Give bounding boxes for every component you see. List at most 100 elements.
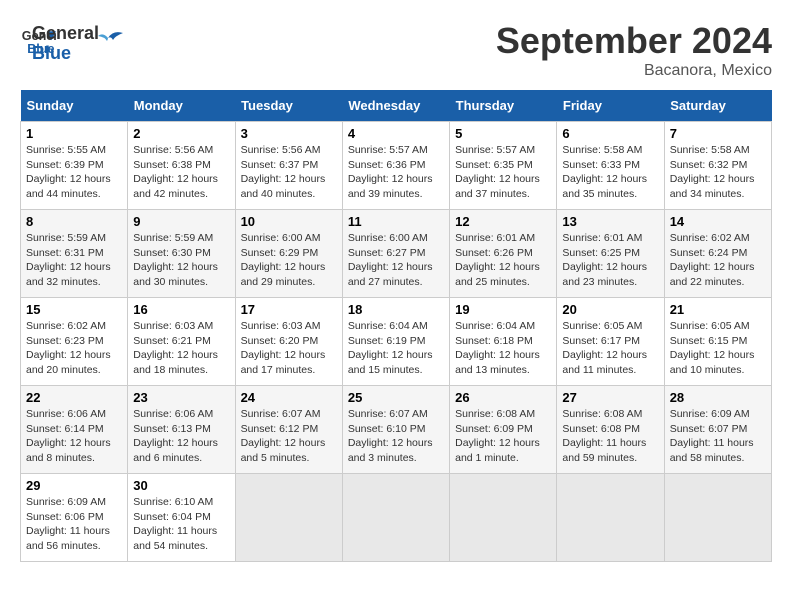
calendar-day-cell: 13Sunrise: 6:01 AM Sunset: 6:25 PM Dayli… xyxy=(557,210,664,298)
day-info: Sunrise: 6:07 AM Sunset: 6:12 PM Dayligh… xyxy=(241,407,337,466)
calendar-week-row: 29 Sunrise: 6:09 AM Sunset: 6:06 PM Dayli… xyxy=(21,474,772,562)
day-number: 14 xyxy=(670,214,766,229)
calendar-day-cell: 7 Sunrise: 5:58 AM Sunset: 6:32 PM Daylig… xyxy=(664,122,771,210)
logo-bird-icon xyxy=(93,23,123,53)
logo-general: General xyxy=(32,24,99,44)
calendar-week-row: 15Sunrise: 6:02 AM Sunset: 6:23 PM Dayli… xyxy=(21,298,772,386)
day-info: Sunrise: 5:58 AM Sunset: 6:32 PM Dayligh… xyxy=(670,143,766,202)
day-number: 24 xyxy=(241,390,337,405)
calendar-day-cell: 1 Sunrise: 5:55 AM Sunset: 6:39 PM Daylig… xyxy=(21,122,128,210)
day-info: Sunrise: 6:06 AM Sunset: 6:14 PM Dayligh… xyxy=(26,407,122,466)
day-number: 7 xyxy=(670,126,766,141)
calendar-day-cell: 20Sunrise: 6:05 AM Sunset: 6:17 PM Dayli… xyxy=(557,298,664,386)
calendar-day-cell: 15Sunrise: 6:02 AM Sunset: 6:23 PM Dayli… xyxy=(21,298,128,386)
day-info: Sunrise: 6:08 AM Sunset: 6:09 PM Dayligh… xyxy=(455,407,551,466)
calendar-day-cell: 21 Sunrise: 6:05 AM Sunset: 6:15 PM Dayli… xyxy=(664,298,771,386)
calendar-day-cell: 3 Sunrise: 5:56 AM Sunset: 6:37 PM Daylig… xyxy=(235,122,342,210)
title-block: September 2024 Bacanora, Mexico xyxy=(496,20,772,80)
day-number: 18 xyxy=(348,302,444,317)
calendar-day-cell: 17 Sunrise: 6:03 AM Sunset: 6:20 PM Dayli… xyxy=(235,298,342,386)
calendar-day-cell: 27 Sunrise: 6:08 AM Sunset: 6:08 PM Dayli… xyxy=(557,386,664,474)
calendar-day-cell: 24 Sunrise: 6:07 AM Sunset: 6:12 PM Dayli… xyxy=(235,386,342,474)
day-info: Sunrise: 6:05 AM Sunset: 6:17 PM Dayligh… xyxy=(562,319,658,378)
day-info: Sunrise: 6:08 AM Sunset: 6:08 PM Dayligh… xyxy=(562,407,658,466)
day-number: 5 xyxy=(455,126,551,141)
calendar-day-cell: 29 Sunrise: 6:09 AM Sunset: 6:06 PM Dayli… xyxy=(21,474,128,562)
day-info: Sunrise: 6:05 AM Sunset: 6:15 PM Dayligh… xyxy=(670,319,766,378)
calendar-day-cell: 5 Sunrise: 5:57 AM Sunset: 6:35 PM Daylig… xyxy=(450,122,557,210)
day-info: Sunrise: 6:07 AM Sunset: 6:10 PM Dayligh… xyxy=(348,407,444,466)
day-info: Sunrise: 6:02 AM Sunset: 6:24 PM Dayligh… xyxy=(670,231,766,290)
calendar-day-cell: 9Sunrise: 5:59 AM Sunset: 6:30 PM Daylig… xyxy=(128,210,235,298)
day-info: Sunrise: 6:01 AM Sunset: 6:26 PM Dayligh… xyxy=(455,231,551,290)
calendar-day-cell: 8 Sunrise: 5:59 AM Sunset: 6:31 PM Daylig… xyxy=(21,210,128,298)
day-number: 1 xyxy=(26,126,122,141)
calendar-week-row: 22 Sunrise: 6:06 AM Sunset: 6:14 PM Dayli… xyxy=(21,386,772,474)
calendar-day-cell: 23 Sunrise: 6:06 AM Sunset: 6:13 PM Dayli… xyxy=(128,386,235,474)
day-number: 6 xyxy=(562,126,658,141)
day-number: 27 xyxy=(562,390,658,405)
calendar-day-cell: 10Sunrise: 6:00 AM Sunset: 6:29 PM Dayli… xyxy=(235,210,342,298)
calendar-day-cell: 11 Sunrise: 6:00 AM Sunset: 6:27 PM Dayli… xyxy=(342,210,449,298)
calendar-day-cell xyxy=(664,474,771,562)
calendar-header-row: SundayMondayTuesdayWednesdayThursdayFrid… xyxy=(21,90,772,122)
day-number: 3 xyxy=(241,126,337,141)
day-number: 4 xyxy=(348,126,444,141)
day-number: 22 xyxy=(26,390,122,405)
day-info: Sunrise: 5:57 AM Sunset: 6:36 PM Dayligh… xyxy=(348,143,444,202)
day-info: Sunrise: 5:55 AM Sunset: 6:39 PM Dayligh… xyxy=(26,143,122,202)
day-number: 25 xyxy=(348,390,444,405)
calendar-day-header: Friday xyxy=(557,90,664,122)
day-info: Sunrise: 6:03 AM Sunset: 6:21 PM Dayligh… xyxy=(133,319,229,378)
day-number: 17 xyxy=(241,302,337,317)
day-info: Sunrise: 6:04 AM Sunset: 6:18 PM Dayligh… xyxy=(455,319,551,378)
calendar-day-cell: 28Sunrise: 6:09 AM Sunset: 6:07 PM Dayli… xyxy=(664,386,771,474)
day-number: 29 xyxy=(26,478,122,493)
calendar-day-cell: 18Sunrise: 6:04 AM Sunset: 6:19 PM Dayli… xyxy=(342,298,449,386)
calendar-week-row: 1 Sunrise: 5:55 AM Sunset: 6:39 PM Daylig… xyxy=(21,122,772,210)
calendar-day-cell: 25 Sunrise: 6:07 AM Sunset: 6:10 PM Dayli… xyxy=(342,386,449,474)
calendar-day-header: Wednesday xyxy=(342,90,449,122)
calendar-day-cell: 14 Sunrise: 6:02 AM Sunset: 6:24 PM Dayli… xyxy=(664,210,771,298)
calendar-day-cell: 30Sunrise: 6:10 AM Sunset: 6:04 PM Dayli… xyxy=(128,474,235,562)
day-info: Sunrise: 6:09 AM Sunset: 6:07 PM Dayligh… xyxy=(670,407,766,466)
day-info: Sunrise: 5:57 AM Sunset: 6:35 PM Dayligh… xyxy=(455,143,551,202)
day-number: 23 xyxy=(133,390,229,405)
calendar-day-cell: 26Sunrise: 6:08 AM Sunset: 6:09 PM Dayli… xyxy=(450,386,557,474)
day-info: Sunrise: 6:09 AM Sunset: 6:06 PM Dayligh… xyxy=(26,495,122,554)
day-number: 8 xyxy=(26,214,122,229)
calendar-day-cell xyxy=(557,474,664,562)
calendar-day-cell xyxy=(450,474,557,562)
day-number: 11 xyxy=(348,214,444,229)
calendar-day-cell: 22 Sunrise: 6:06 AM Sunset: 6:14 PM Dayli… xyxy=(21,386,128,474)
calendar-day-cell: 16 Sunrise: 6:03 AM Sunset: 6:21 PM Dayli… xyxy=(128,298,235,386)
day-info: Sunrise: 6:00 AM Sunset: 6:29 PM Dayligh… xyxy=(241,231,337,290)
logo-blue: Blue xyxy=(32,44,99,64)
day-number: 16 xyxy=(133,302,229,317)
day-number: 9 xyxy=(133,214,229,229)
day-info: Sunrise: 5:56 AM Sunset: 6:38 PM Dayligh… xyxy=(133,143,229,202)
day-info: Sunrise: 6:03 AM Sunset: 6:20 PM Dayligh… xyxy=(241,319,337,378)
calendar-day-cell: 19 Sunrise: 6:04 AM Sunset: 6:18 PM Dayli… xyxy=(450,298,557,386)
day-number: 15 xyxy=(26,302,122,317)
calendar-day-header: Tuesday xyxy=(235,90,342,122)
day-info: Sunrise: 5:56 AM Sunset: 6:37 PM Dayligh… xyxy=(241,143,337,202)
day-number: 12 xyxy=(455,214,551,229)
logo: General Blue General Blue xyxy=(20,20,123,64)
calendar-day-cell: 4 Sunrise: 5:57 AM Sunset: 6:36 PM Daylig… xyxy=(342,122,449,210)
day-number: 21 xyxy=(670,302,766,317)
day-number: 2 xyxy=(133,126,229,141)
day-number: 30 xyxy=(133,478,229,493)
day-info: Sunrise: 5:59 AM Sunset: 6:31 PM Dayligh… xyxy=(26,231,122,290)
calendar-week-row: 8 Sunrise: 5:59 AM Sunset: 6:31 PM Daylig… xyxy=(21,210,772,298)
day-number: 19 xyxy=(455,302,551,317)
location: Bacanora, Mexico xyxy=(496,62,772,80)
page-header: General Blue General Blue September 2024… xyxy=(20,20,772,80)
day-info: Sunrise: 5:58 AM Sunset: 6:33 PM Dayligh… xyxy=(562,143,658,202)
day-info: Sunrise: 6:06 AM Sunset: 6:13 PM Dayligh… xyxy=(133,407,229,466)
calendar-table: SundayMondayTuesdayWednesdayThursdayFrid… xyxy=(20,90,772,562)
calendar-day-cell: 12 Sunrise: 6:01 AM Sunset: 6:26 PM Dayli… xyxy=(450,210,557,298)
day-number: 13 xyxy=(562,214,658,229)
day-info: Sunrise: 6:00 AM Sunset: 6:27 PM Dayligh… xyxy=(348,231,444,290)
calendar-day-cell: 2 Sunrise: 5:56 AM Sunset: 6:38 PM Daylig… xyxy=(128,122,235,210)
